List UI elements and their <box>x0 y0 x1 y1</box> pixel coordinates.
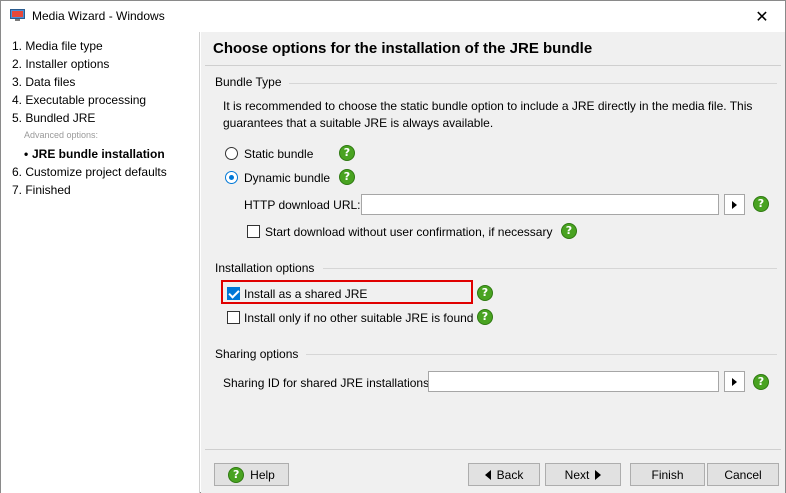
installation-options-divider <box>323 268 777 269</box>
next-button-label: Next <box>564 467 590 482</box>
content-panel: Choose options for the installation of t… <box>201 32 785 493</box>
static-bundle-label[interactable]: Static bundle <box>244 147 313 161</box>
dynamic-bundle-label[interactable]: Dynamic bundle <box>244 171 330 185</box>
sharing-options-section-label: Sharing options <box>215 347 299 361</box>
http-download-url-browse-button[interactable] <box>724 194 745 215</box>
finish-button-label: Finish <box>651 467 684 482</box>
step-bullet: • <box>24 147 29 161</box>
install-shared-jre-help-icon[interactable]: ? <box>477 285 493 301</box>
app-icon <box>10 9 25 21</box>
wizard-window: Media Wizard - Windows ✕ 1. Media file t… <box>0 0 786 493</box>
dynamic-bundle-help-icon[interactable]: ? <box>339 169 355 185</box>
cancel-button-label: Cancel <box>724 467 762 482</box>
bundle-type-description: It is recommended to choose the static b… <box>223 99 753 130</box>
finish-button[interactable]: Finish <box>630 463 705 486</box>
next-button[interactable]: Next <box>545 463 621 486</box>
installation-options-section-label: Installation options <box>215 261 315 275</box>
sharing-id-label: Sharing ID for shared JRE installations: <box>223 376 433 390</box>
arrow-right-icon <box>732 377 737 386</box>
install-shared-jre-checkbox[interactable] <box>227 287 240 300</box>
install-only-if-none-help-icon[interactable]: ? <box>477 309 493 325</box>
arrow-right-icon <box>595 469 602 480</box>
step-jre-bundle-installation-label: JRE bundle installation <box>32 147 165 161</box>
page-title: Choose options for the installation of t… <box>213 40 593 57</box>
install-shared-jre-label[interactable]: Install as a shared JRE <box>244 287 367 301</box>
sharing-id-help-icon[interactable]: ? <box>753 374 769 390</box>
arrow-right-icon <box>732 200 737 209</box>
title-bar: Media Wizard - Windows ✕ <box>1 1 785 32</box>
step-executable-processing[interactable]: 4. Executable processing <box>12 93 146 107</box>
step-jre-bundle-installation[interactable]: • JRE bundle installation <box>24 147 165 161</box>
title-separator <box>205 65 781 66</box>
step-finished[interactable]: 7. Finished <box>12 183 71 197</box>
install-only-if-none-label[interactable]: Install only if no other suitable JRE is… <box>244 311 473 325</box>
start-download-help-icon[interactable]: ? <box>561 223 577 239</box>
install-only-if-none-checkbox[interactable] <box>227 311 240 324</box>
http-download-url-label: HTTP download URL: <box>244 198 361 212</box>
bottom-separator <box>205 449 781 450</box>
http-download-url-help-icon[interactable]: ? <box>753 196 769 212</box>
wizard-steps-sidebar: 1. Media file type 2. Installer options … <box>1 32 200 493</box>
http-download-url-input[interactable] <box>361 194 719 215</box>
close-icon[interactable]: ✕ <box>739 1 785 32</box>
sharing-id-browse-button[interactable] <box>724 371 745 392</box>
step-customize-project-defaults[interactable]: 6. Customize project defaults <box>12 165 167 179</box>
start-download-label[interactable]: Start download without user confirmation… <box>265 225 552 239</box>
start-download-checkbox[interactable] <box>247 225 260 238</box>
sharing-id-input[interactable] <box>428 371 719 392</box>
step-media-file-type[interactable]: 1. Media file type <box>12 39 103 53</box>
cancel-button[interactable]: Cancel <box>707 463 779 486</box>
help-button-label: Help <box>250 467 275 482</box>
dynamic-bundle-radio[interactable] <box>225 171 238 184</box>
step-advanced-options-label: Advanced options: <box>24 130 99 140</box>
step-data-files[interactable]: 3. Data files <box>12 75 75 89</box>
bundle-type-section-label: Bundle Type <box>215 75 282 89</box>
help-button[interactable]: ? Help <box>214 463 289 486</box>
back-button[interactable]: Back <box>468 463 540 486</box>
back-button-label: Back <box>496 467 524 482</box>
static-bundle-radio[interactable] <box>225 147 238 160</box>
step-installer-options[interactable]: 2. Installer options <box>12 57 109 71</box>
arrow-left-icon <box>484 469 491 480</box>
sharing-options-divider <box>306 354 777 355</box>
bundle-type-divider <box>289 83 777 84</box>
step-bundled-jre[interactable]: 5. Bundled JRE <box>12 111 95 125</box>
help-icon: ? <box>228 466 245 483</box>
static-bundle-help-icon[interactable]: ? <box>339 145 355 161</box>
window-title: Media Wizard - Windows <box>32 9 165 23</box>
